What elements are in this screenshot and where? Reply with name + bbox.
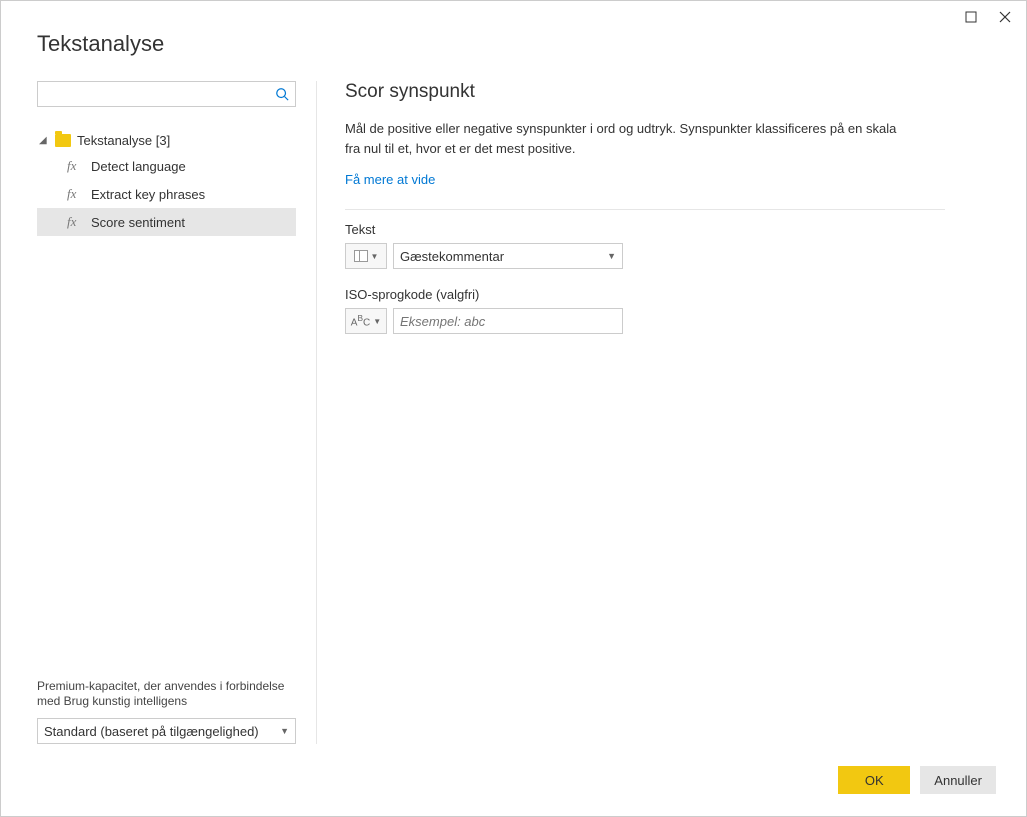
capacity-label: Premium-kapacitet, der anvendes i forbin… xyxy=(37,679,296,710)
fx-icon: fx xyxy=(67,186,83,202)
right-panel: Scor synspunkt Mål de positive eller neg… xyxy=(317,81,996,744)
text-column-dropdown[interactable]: Gæstekommentar ▼ xyxy=(393,243,623,269)
field-text: Tekst ▼ Gæstekommentar ▼ xyxy=(345,222,945,269)
tree-item-label: Score sentiment xyxy=(91,215,185,230)
ok-button[interactable]: OK xyxy=(838,766,910,794)
search-icon[interactable] xyxy=(269,82,295,106)
tree-item-extract-key-phrases[interactable]: fx Extract key phrases xyxy=(37,180,296,208)
chevron-down-icon: ▼ xyxy=(280,726,289,736)
function-tree: ◢ Tekstanalyse [3] fx Detect language fx… xyxy=(37,129,296,669)
text-column-value: Gæstekommentar xyxy=(400,249,504,264)
chevron-down-icon: ▼ xyxy=(371,252,379,261)
abc-icon: ABC xyxy=(351,313,370,328)
caret-down-icon: ◢ xyxy=(39,135,49,146)
capacity-value: Standard (baseret på tilgængelighed) xyxy=(44,724,259,739)
field-iso: ISO-sprogkode (valgfri) ABC ▼ xyxy=(345,287,945,334)
dialog-title: Tekstanalyse xyxy=(1,1,1026,75)
folder-label: Tekstanalyse [3] xyxy=(77,133,170,148)
iso-input-wrap[interactable] xyxy=(393,308,623,334)
capacity-dropdown[interactable]: Standard (baseret på tilgængelighed) ▼ xyxy=(37,718,296,744)
chevron-down-icon: ▼ xyxy=(607,251,616,261)
divider xyxy=(345,209,945,210)
tree-folder-tekstanalyse[interactable]: ◢ Tekstanalyse [3] xyxy=(37,129,296,152)
tree-item-label: Extract key phrases xyxy=(91,187,205,202)
tree-item-detect-language[interactable]: fx Detect language xyxy=(37,152,296,180)
iso-type-picker[interactable]: ABC ▼ xyxy=(345,308,387,334)
fx-icon: fx xyxy=(67,214,83,230)
fx-icon: fx xyxy=(67,158,83,174)
search-box[interactable] xyxy=(37,81,296,107)
learn-more-link[interactable]: Få mere at vide xyxy=(345,172,435,187)
close-button[interactable] xyxy=(998,10,1012,24)
search-input[interactable] xyxy=(38,82,269,106)
chevron-down-icon: ▼ xyxy=(373,317,381,326)
cancel-button[interactable]: Annuller xyxy=(920,766,996,794)
capacity-block: Premium-kapacitet, der anvendes i forbin… xyxy=(37,669,296,744)
text-type-picker[interactable]: ▼ xyxy=(345,243,387,269)
column-icon xyxy=(354,250,368,262)
field-iso-label: ISO-sprogkode (valgfri) xyxy=(345,287,945,302)
maximize-button[interactable] xyxy=(964,10,978,24)
iso-input[interactable] xyxy=(400,314,616,329)
section-heading: Scor synspunkt xyxy=(345,81,996,103)
tree-item-score-sentiment[interactable]: fx Score sentiment xyxy=(37,208,296,236)
tree-item-label: Detect language xyxy=(91,159,186,174)
folder-icon xyxy=(55,134,71,147)
left-panel: ◢ Tekstanalyse [3] fx Detect language fx… xyxy=(37,81,317,744)
field-text-label: Tekst xyxy=(345,222,945,237)
dialog-footer: OK Annuller xyxy=(838,766,996,794)
section-description: Mål de positive eller negative synspunkt… xyxy=(345,119,905,158)
